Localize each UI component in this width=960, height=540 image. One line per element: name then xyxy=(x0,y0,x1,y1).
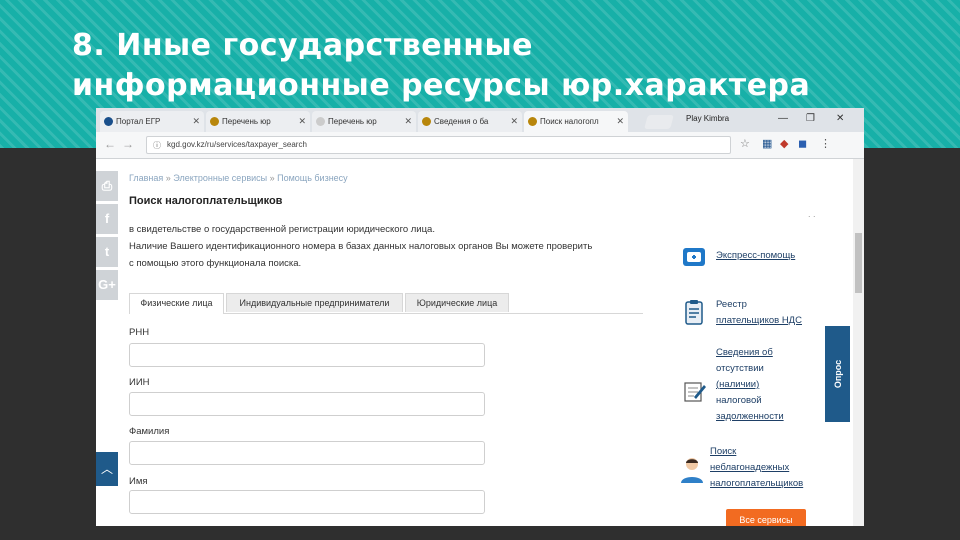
page-title: Поиск налогоплательщиков xyxy=(129,195,283,207)
info-icon[interactable]: ⓘ xyxy=(153,140,161,151)
close-icon[interactable]: ✕ xyxy=(404,116,412,127)
all-services-button[interactable]: Все сервисы xyxy=(726,509,806,526)
tab-individuals[interactable]: Физические лица xyxy=(129,293,224,314)
favicon-icon xyxy=(528,117,537,126)
restore-icon[interactable]: ❐ xyxy=(806,113,815,124)
favicon-icon xyxy=(316,117,325,126)
favicon-icon xyxy=(104,117,113,126)
browser-tab-1[interactable]: Портал ЕГР ✕ xyxy=(100,111,204,132)
vat-registry-link[interactable]: Реестр плательщиков НДС xyxy=(716,297,802,329)
close-icon[interactable]: ✕ xyxy=(298,116,306,127)
vertical-scrollbar[interactable] xyxy=(853,159,864,526)
new-tab-button[interactable] xyxy=(644,115,674,129)
google-plus-icon[interactable]: G+ xyxy=(96,270,118,300)
close-icon[interactable]: ✕ xyxy=(616,116,624,127)
browser-window: Портал ЕГР ✕ Перечень юр ✕ Перечень юр ✕… xyxy=(96,108,864,526)
rnn-label: РНН xyxy=(129,327,150,338)
favicon-icon xyxy=(422,117,431,126)
favicon-icon xyxy=(210,117,219,126)
iin-input[interactable] xyxy=(129,392,485,416)
address-bar: ← → ⟳ ⓘ kgd.gov.kz/ru/services/taxpayer_… xyxy=(96,132,864,159)
intro-line: Наличие Вашего идентификационного номера… xyxy=(129,241,593,252)
profile-name[interactable]: Play Kimbra xyxy=(686,114,729,123)
menu-icon[interactable]: ⋮ xyxy=(820,137,831,150)
intro-line: с помощью этого функционала поиска. xyxy=(129,258,302,269)
surname-input[interactable] xyxy=(129,441,485,465)
tab-label: Перечень юр xyxy=(222,117,271,126)
registry-icon[interactable] xyxy=(680,299,708,327)
tab-entrepreneurs[interactable]: Индивидуальные предприниматели xyxy=(226,293,403,312)
surname-label: Фамилия xyxy=(129,426,170,437)
breadcrumb-business-help[interactable]: Помощь бизнесу xyxy=(277,173,348,183)
tab-legal-entities[interactable]: Юридические лица xyxy=(405,293,509,312)
twitter-icon[interactable]: t xyxy=(96,237,118,267)
extension-icon[interactable]: ◼ xyxy=(798,137,807,150)
ellipsis-text: . . xyxy=(808,209,816,219)
help-icon[interactable] xyxy=(680,243,708,271)
browser-tab-4[interactable]: Сведения о ба ✕ xyxy=(418,111,522,132)
facebook-icon[interactable]: f xyxy=(96,204,118,234)
iin-label: ИИН xyxy=(129,377,150,388)
rnn-input[interactable] xyxy=(129,343,485,367)
tab-label: Сведения о ба xyxy=(434,117,489,126)
document-pen-icon[interactable] xyxy=(680,377,708,405)
unreliable-taxpayers-link[interactable]: Поиск неблагонадежных налогоплательщиков xyxy=(710,444,803,492)
extension-icon[interactable]: ▦ xyxy=(762,137,772,150)
slide-title: 8. Иные государственные информационные р… xyxy=(72,26,810,106)
tab-label: Портал ЕГР xyxy=(116,117,161,126)
print-icon[interactable]: ⎙ xyxy=(96,171,118,201)
survey-label: Опрос xyxy=(832,359,843,389)
tab-label: Поиск налогопл xyxy=(540,117,599,126)
close-icon[interactable]: ✕ xyxy=(510,116,518,127)
search-type-tabs: Физические лица Индивидуальные предприни… xyxy=(129,293,643,314)
close-window-icon[interactable]: ✕ xyxy=(836,113,844,124)
page-content: ⎙ f t G+ ︿ Главная » Электронные сервисы… xyxy=(96,159,864,526)
express-help-link[interactable]: Экспресс-помощь xyxy=(716,248,795,264)
star-icon[interactable]: ☆ xyxy=(740,137,750,150)
intro-text: в свидетельстве о государственной регист… xyxy=(129,221,649,272)
slide-title-line-2: информационные ресурсы юр.характера xyxy=(72,68,811,103)
back-icon[interactable]: ← xyxy=(104,137,116,151)
url-text: kgd.gov.kz/ru/services/taxpayer_search xyxy=(167,140,307,149)
slide-title-line-1: 8. Иные государственные xyxy=(72,28,533,63)
extension-icon[interactable]: ◆ xyxy=(780,137,788,150)
tab-bar: Портал ЕГР ✕ Перечень юр ✕ Перечень юр ✕… xyxy=(96,108,864,132)
tax-debt-link[interactable]: Сведения об отсутствии (наличии) налогов… xyxy=(716,345,784,425)
intro-line: в свидетельстве о государственной регист… xyxy=(129,224,435,235)
name-input[interactable] xyxy=(129,490,485,514)
url-input[interactable]: ⓘ kgd.gov.kz/ru/services/taxpayer_search xyxy=(146,136,731,154)
browser-tab-2[interactable]: Перечень юр ✕ xyxy=(206,111,310,132)
breadcrumb-e-services[interactable]: Электронные сервисы xyxy=(173,173,267,183)
person-icon[interactable] xyxy=(678,455,706,483)
forward-icon[interactable]: → xyxy=(122,137,134,151)
scrollbar-thumb[interactable] xyxy=(855,233,862,293)
minimize-icon[interactable]: — xyxy=(778,113,788,124)
name-label: Имя xyxy=(129,476,148,487)
scroll-up-button[interactable]: ︿ xyxy=(96,452,118,486)
breadcrumb: Главная » Электронные сервисы » Помощь б… xyxy=(129,173,348,183)
browser-tab-5-active[interactable]: Поиск налогопл ✕ xyxy=(524,111,628,132)
close-icon[interactable]: ✕ xyxy=(192,116,200,127)
breadcrumb-home[interactable]: Главная xyxy=(129,173,163,183)
browser-tab-3[interactable]: Перечень юр ✕ xyxy=(312,111,416,132)
survey-tab[interactable]: Опрос xyxy=(825,326,850,422)
tab-label: Перечень юр xyxy=(328,117,377,126)
